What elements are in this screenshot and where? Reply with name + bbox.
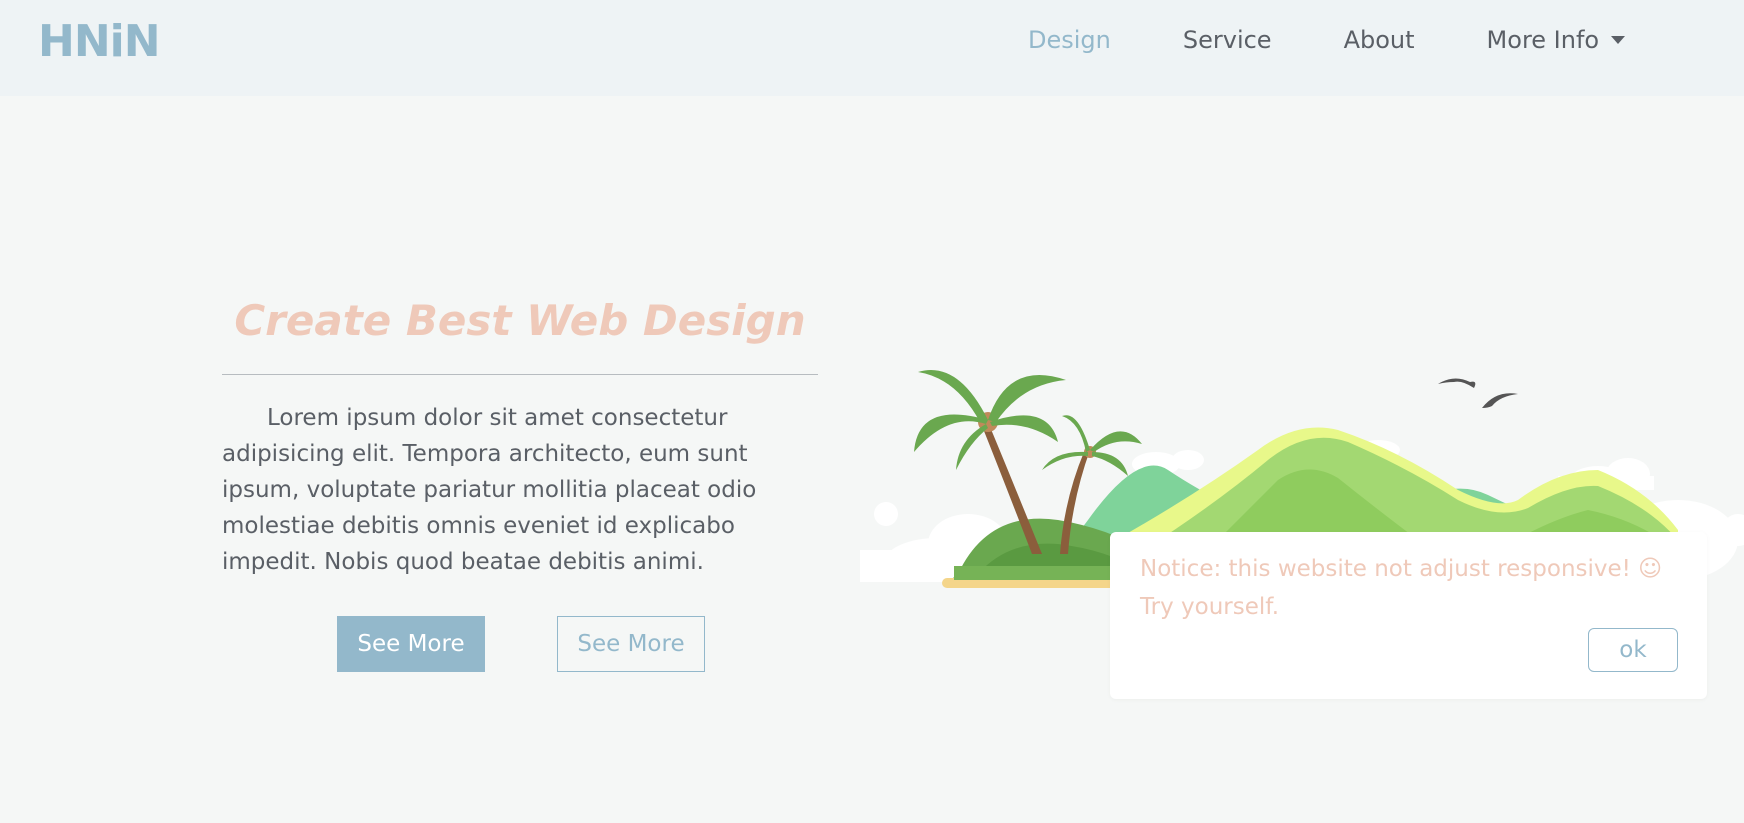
more-info-dropdown[interactable]: More Info — [1487, 26, 1626, 54]
notice-dialog: Notice: this website not adjust responsi… — [1110, 532, 1707, 699]
main-nav: Design Service About More Info — [1028, 26, 1626, 54]
chevron-down-icon — [1611, 36, 1626, 44]
brand-logo[interactable]: HNiN — [38, 16, 161, 67]
nav-link-design[interactable]: Design — [1028, 26, 1111, 54]
see-more-primary-button[interactable]: See More — [337, 616, 485, 672]
hero-divider — [222, 374, 818, 375]
ok-button[interactable]: ok — [1588, 628, 1678, 672]
hero-description: Lorem ipsum dolor sit amet consectetur a… — [222, 405, 757, 575]
nav-link-about[interactable]: About — [1344, 26, 1415, 54]
see-more-outline-button[interactable]: See More — [557, 616, 705, 672]
notice-message: Notice: this website not adjust responsi… — [1140, 556, 1663, 620]
hero-title: Create Best Web Design — [234, 296, 806, 345]
nav-link-service[interactable]: Service — [1183, 26, 1272, 54]
more-info-label: More Info — [1486, 26, 1600, 54]
navbar: HNiN Design Service About More Info — [0, 0, 1744, 96]
